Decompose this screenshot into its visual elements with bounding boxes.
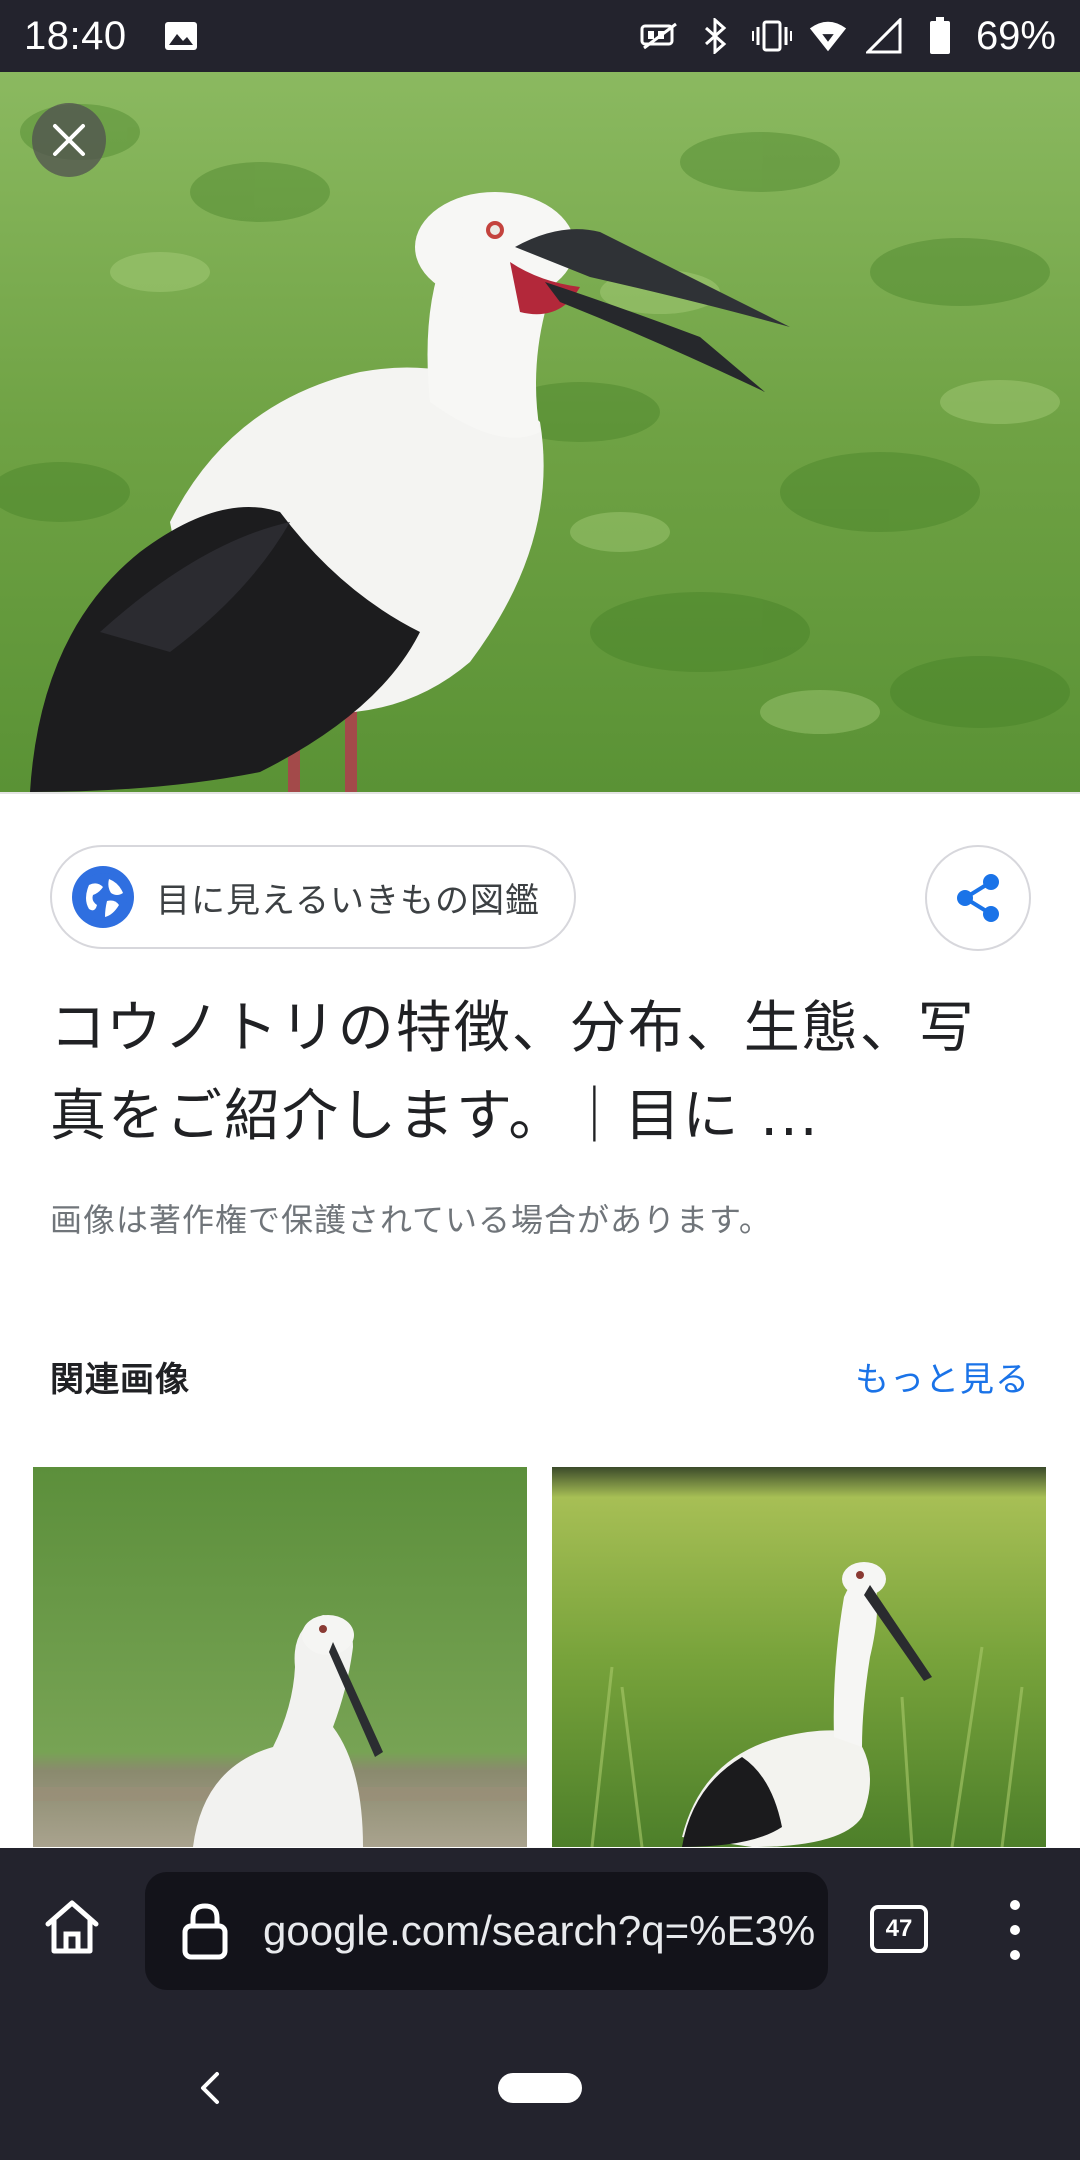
battery-icon [920, 16, 960, 56]
signal-icon [864, 16, 904, 56]
url-text: google.com/search?q=%E3% [263, 1907, 816, 1954]
title-line-1: コウノトリの特徴、分布、生態、写 [50, 996, 976, 1061]
bluetooth-icon [696, 16, 736, 56]
close-icon [53, 124, 85, 156]
stork-thumbnail-2 [552, 1467, 1046, 1847]
see-more-link[interactable]: もっと見る [855, 1352, 1030, 1401]
page-title[interactable]: コウノトリの特徴、分布、生態、写 真をご紹介します。｜目に ... [50, 985, 1040, 1161]
related-image-thumbnail[interactable] [552, 1467, 1046, 1847]
home-pill[interactable] [498, 2073, 582, 2103]
share-icon [957, 874, 999, 922]
source-name: 目に見えるいきもの図鑑 [156, 880, 540, 921]
home-button[interactable] [40, 1895, 104, 1959]
stork-thumbnail-1 [33, 1467, 527, 1847]
no-sim-icon [640, 16, 680, 56]
back-icon[interactable] [195, 2068, 225, 2108]
stork-photo [0, 72, 1080, 792]
more-vert-icon[interactable] [1005, 1900, 1025, 1960]
wifi-icon [808, 16, 848, 56]
divider [0, 792, 1080, 794]
image-icon [163, 21, 199, 51]
globe-icon [72, 866, 134, 928]
status-time: 18:40 [24, 13, 127, 58]
close-button[interactable] [32, 103, 106, 177]
status-icons: 69% [640, 14, 1056, 59]
status-bar: 18:40 69% [0, 0, 1080, 72]
hero-image[interactable] [0, 72, 1080, 792]
tab-switcher-button[interactable]: 47 [870, 1905, 928, 1953]
title-line-2: 真をご紹介します。｜目に ... [50, 1084, 820, 1149]
related-image-thumbnail[interactable] [33, 1467, 527, 1847]
related-images-heading: 関連画像 [50, 1360, 190, 1400]
battery-percent: 69% [975, 13, 1056, 58]
copyright-notice: 画像は著作権で保護されている場合があります。 [50, 1201, 772, 1239]
source-chip[interactable]: 目に見えるいきもの図鑑 [50, 845, 576, 949]
lock-icon [175, 1901, 235, 1961]
share-button[interactable] [925, 845, 1031, 951]
vibrate-icon [751, 16, 792, 56]
home-icon [45, 1900, 99, 1954]
address-bar[interactable]: google.com/search?q=%E3% [145, 1872, 828, 1990]
